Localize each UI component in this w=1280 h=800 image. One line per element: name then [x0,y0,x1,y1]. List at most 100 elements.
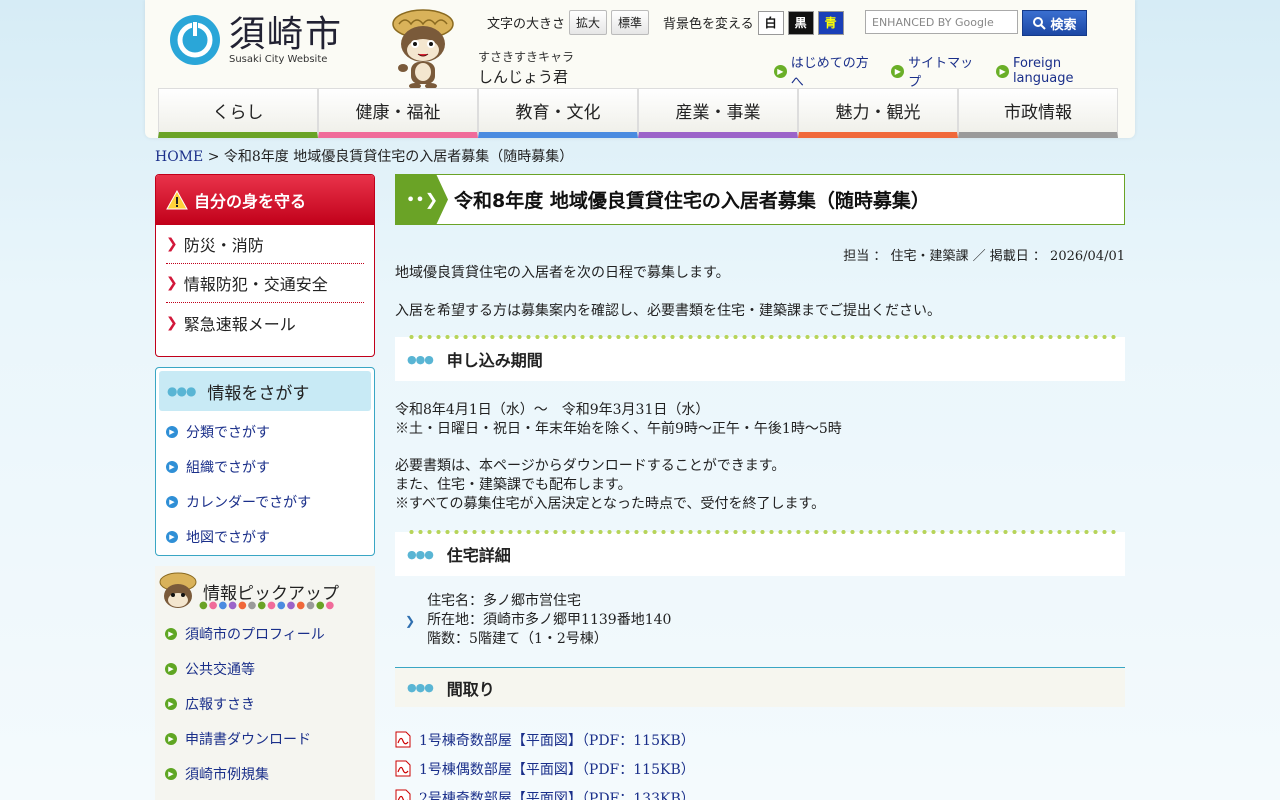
search-by-map[interactable]: ▶ 地図でさがす [156,519,374,554]
nav-living[interactable]: くらし [158,88,318,138]
bg-blue-button[interactable]: 青 [817,10,844,35]
intro-text-2: 入居を希望する方は募集案内を確認し、必要書類を住宅・建築課までご提出ください。 [395,303,941,319]
pickup-header: 情報ピックアップ ●●●●●●●●●●●●●● [155,566,375,616]
link-foreign-language[interactable]: ▶ Foreign language [996,52,1123,90]
info-search-title: 情報をさがす [207,383,310,404]
arrow-right-icon: ▶ [165,767,177,780]
search-button-label: 検索 [1050,17,1077,33]
color-dots-decoration: ●●●●●●●●●●●●●● [199,600,336,611]
site-logo[interactable]: 須崎市 Susaki City Website [169,14,343,66]
dots-icon: ●●● [407,352,434,366]
breadcrumb-home-link[interactable]: HOME [155,149,203,165]
logo-subtitle: Susaki City Website [229,53,328,65]
chevron-right-icon: ❯ [405,613,416,628]
safety-item-crime-traffic[interactable]: ❯ 情報防犯・交通安全 [166,264,364,303]
docs-line-2: また、住宅・建築課でも配布します。 [395,477,632,493]
breadcrumb-separator: > [207,149,220,165]
font-size-label: 文字の大きさ [487,17,566,32]
logo-title: 須崎市 [229,13,344,55]
mascot-shinjo-kun-image [392,9,454,89]
house-name: 住宅名：多ノ郷市営住宅 [427,593,582,609]
dots-icon: ●●● [167,384,196,398]
search-by-category[interactable]: ▶ 分類でさがす [156,414,374,449]
arrow-right-icon: ▶ [165,627,177,640]
section-heading-period: ●●● 申し込み期間 [395,335,1125,381]
safety-box-title: 自分の身を守る [194,192,307,211]
nav-industry-business[interactable]: 産業・事業 [638,88,798,138]
section-heading-house-details: ●●● 住宅詳細 [395,530,1125,576]
pickup-form-download[interactable]: ▶ 申請書ダウンロード [155,721,375,756]
pickup-public-transport[interactable]: ▶ 公共交通等 [155,651,375,686]
nav-attractions-tourism[interactable]: 魅力・観光 [798,88,958,138]
search-button[interactable]: 検索 [1022,10,1087,36]
title-arrow-icon: ••❯ [396,175,448,224]
pdf-icon [395,731,411,748]
arrow-right-icon: ▶ [996,64,1009,78]
font-enlarge-button[interactable]: 拡大 [569,10,608,35]
safety-item-emergency-mail[interactable]: ❯ 緊急速報メール [166,303,364,342]
search-icon [1033,17,1047,30]
arrow-right-icon: ▶ [165,732,177,745]
global-nav: くらし 健康・福祉 教育・文化 産業・事業 魅力・観光 市政情報 [158,88,1118,138]
page-title-box: ••❯ 令和8年度 地域優良賃貸住宅の入居者募集（随時募集） [395,174,1125,225]
file-item[interactable]: 1号棟偶数部屋【平面図】（PDF：115KB） [395,754,1125,783]
accessibility-tools: 文字の大きさ 拡大 標準 背景色を変える 白 黒 青 [487,10,848,35]
search-by-calendar[interactable]: ▶ カレンダーでさがす [156,484,374,519]
chevron-right-icon: ❯ [166,236,178,252]
safety-box: 自分の身を守る ❯ 防災・消防 ❯ 情報防犯・交通安全 ❯ 緊急速報メール [155,174,375,357]
search-input[interactable]: ENHANCED BY Google [865,10,1018,34]
pdf-icon [395,789,411,800]
bg-black-button[interactable]: 黒 [787,10,814,35]
warning-icon [166,190,188,210]
city-emblem-icon [170,15,220,65]
pdf-icon [395,760,411,777]
arrow-right-icon: ▶ [166,460,178,473]
arrow-right-icon: ▶ [891,64,905,78]
safety-item-disaster[interactable]: ❯ 防災・消防 [166,225,364,264]
nav-health-welfare[interactable]: 健康・福祉 [318,88,478,138]
info-search-header: ●●● 情報をさがす [159,371,371,411]
page-title: 令和8年度 地域優良賃貸住宅の入居者募集（随時募集） [454,190,930,212]
search-by-organization[interactable]: ▶ 組織でさがす [156,449,374,484]
mascot-name: しんじょう君 [478,68,569,86]
arrow-right-icon: ▶ [165,697,177,710]
chevron-right-icon: ❯ [166,275,178,291]
nav-education-culture[interactable]: 教育・文化 [478,88,638,138]
bg-white-button[interactable]: 白 [757,10,784,35]
docs-line-3: ※すべての募集住宅が入居決定となった時点で、受付を終了します。 [395,496,826,512]
house-address: 所在地：須崎市多ノ郷甲1139番地140 [427,612,672,628]
file-item[interactable]: 1号棟奇数部屋【平面図】（PDF：115KB） [395,725,1125,754]
pickup-city-newsletter[interactable]: ▶ 広報すさき [155,686,375,721]
pickup-city-regulations[interactable]: ▶ 須崎市例規集 [155,756,375,791]
bg-color-label: 背景色を変える [663,17,754,32]
safety-box-header: 自分の身を守る [156,175,374,225]
arrow-right-icon: ▶ [166,530,178,543]
arrow-right-icon: ▶ [166,425,178,438]
pickup-box: 情報ピックアップ ●●●●●●●●●●●●●● ▶ 須崎市のプロフィール ▶ 公共交… [155,566,375,800]
arrow-right-icon: ▶ [166,495,178,508]
nav-city-administration[interactable]: 市政情報 [958,88,1118,138]
house-floors: 階数：5階建て（1・2号棟） [427,631,608,647]
house-details: ❯ 住宅名：多ノ郷市営住宅 所在地：須崎市多ノ郷甲1139番地140 階数：5階… [395,592,1125,649]
main-content: ••❯ 令和8年度 地域優良賃貸住宅の入居者募集（随時募集） 担当 ： 住宅・建… [395,174,1125,800]
file-list: 1号棟奇数部屋【平面図】（PDF：115KB） 1号棟偶数部屋【平面図】（PDF… [395,725,1125,800]
section-heading-floor-plan: ●●● 間取り [395,667,1125,707]
mascot-caption: すさきすきキャラ [478,50,575,64]
mascot-icon [159,572,197,608]
page-meta: 担当 ： 住宅・建築課 ／ 掲載日 ： 2026/04/01 [843,249,1125,264]
chevron-right-icon: ❯ [166,314,178,331]
link-sitemap[interactable]: ▶ サイトマップ [891,52,984,90]
font-standard-button[interactable]: 標準 [611,10,650,35]
arrow-right-icon: ▶ [774,64,787,78]
docs-line-1: 必要書類は、本ページからダウンロードすることができます。 [395,458,786,474]
arrow-right-icon: ▶ [165,662,177,675]
breadcrumb: HOME > 令和8年度 地域優良賃貸住宅の入居者募集（随時募集） [155,146,573,166]
link-first-visit[interactable]: ▶ はじめての方へ [774,52,879,90]
pickup-city-profile[interactable]: ▶ 須崎市のプロフィール [155,616,375,651]
period-line-2: ※土・日曜日・祝日・年末年始を除く、午前9時～正午・午後1時～5時 [395,421,842,437]
site-header: 須崎市 Susaki City Website すさきすきキャラ しんじょう君 … [145,0,1135,138]
period-line-1: 令和8年4月1日（水）～ 令和9年3月31日（水） [395,402,710,418]
file-item[interactable]: 2号棟奇数部屋【平面図】（PDF：133KB） [395,783,1125,800]
utility-links: ▶ はじめての方へ ▶ サイトマップ ▶ Foreign language [774,52,1135,90]
dots-icon: ●●● [407,547,434,561]
